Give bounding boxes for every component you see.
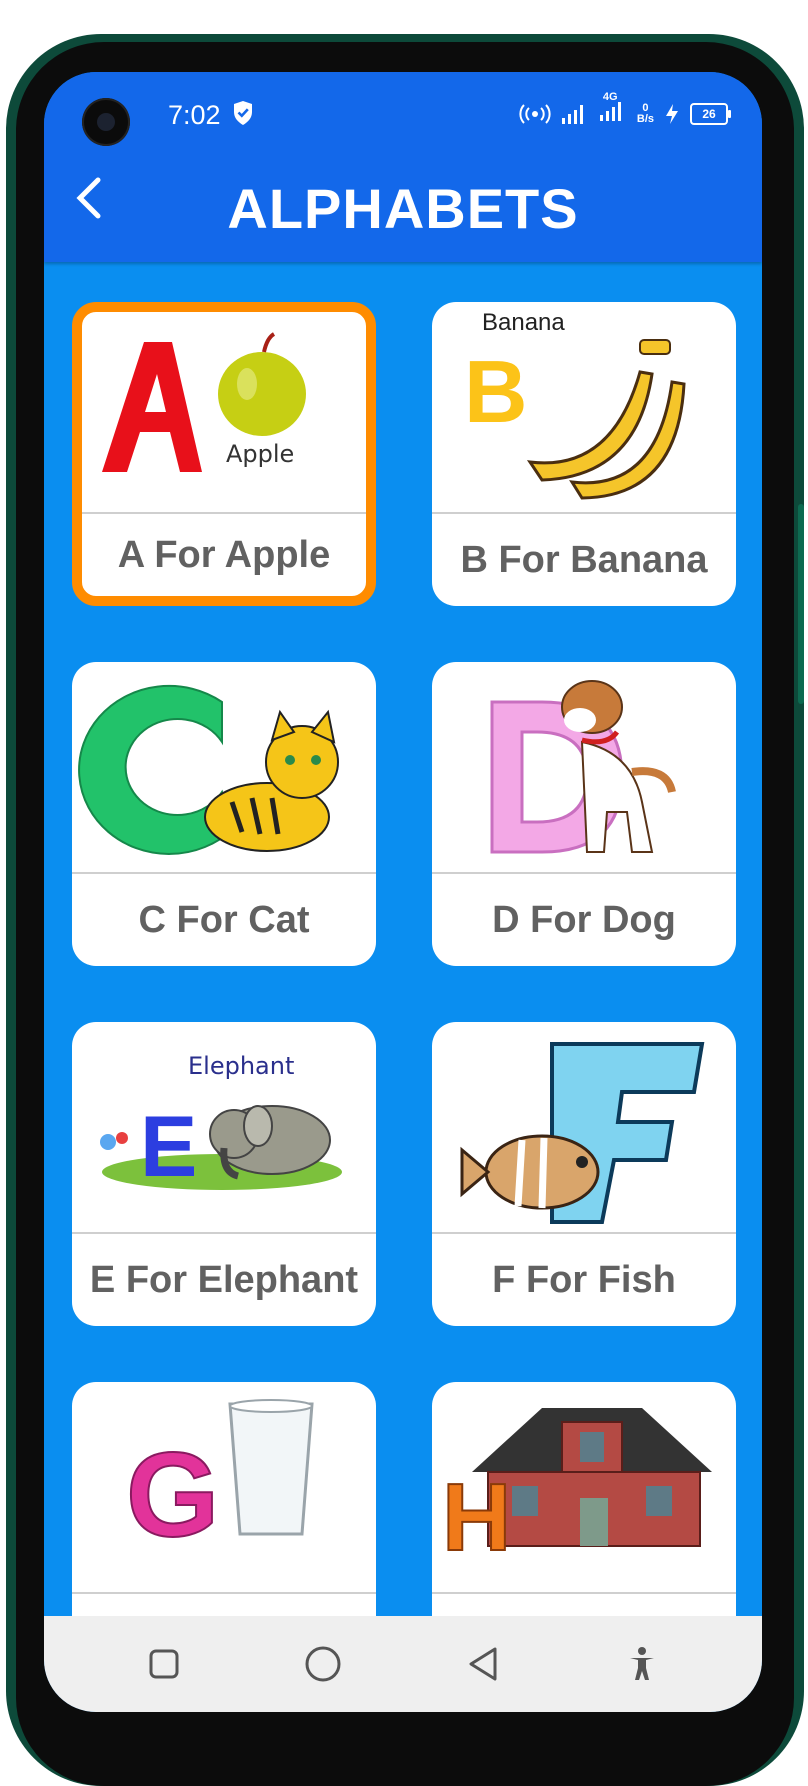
letter-h: H	[442, 1464, 511, 1571]
card-label: D For Dog	[492, 898, 676, 941]
letter-e: E	[140, 1099, 197, 1195]
card-label: B For Banana	[460, 538, 708, 581]
network-type-label: 4G	[602, 91, 618, 103]
card-e-for-elephant[interactable]: Elephant E E For Elephant	[72, 1022, 376, 1326]
cat-illustration	[72, 662, 376, 872]
card-label: A For Apple	[117, 533, 331, 576]
charging-icon	[666, 103, 678, 124]
letter-b: B	[464, 342, 528, 441]
screen: 7:02 4G 0 B/s 26 ALPHABETS Apple A For A…	[44, 72, 762, 1712]
network-type: 4G	[599, 92, 627, 127]
elephant-illustration: Elephant E	[72, 1022, 376, 1232]
side-button	[798, 504, 804, 704]
front-camera	[82, 98, 130, 146]
status-icons: 4G 0 B/s 26	[519, 92, 731, 127]
banana-word: Banana	[482, 309, 565, 336]
card-d-for-dog[interactable]: D For Dog	[432, 662, 736, 966]
shield-icon	[234, 101, 252, 125]
elephant-word: Elephant	[188, 1052, 294, 1080]
system-navigation-bar	[44, 1616, 762, 1712]
house-illustration: H	[432, 1382, 736, 1592]
home-icon	[305, 1646, 341, 1682]
accessibility-button[interactable]	[612, 1634, 672, 1694]
apple-word: Apple	[226, 440, 294, 468]
page-title: ALPHABETS	[227, 177, 579, 240]
banana-illustration: Banana B	[432, 302, 736, 512]
glass-illustration: G	[72, 1382, 376, 1592]
back-nav-button[interactable]	[453, 1634, 513, 1694]
recents-button[interactable]	[134, 1634, 194, 1694]
dog-illustration	[432, 662, 736, 872]
card-f-for-fish[interactable]: F For Fish	[432, 1022, 736, 1326]
card-b-for-banana[interactable]: Banana B B For Banana	[432, 302, 736, 606]
card-c-for-cat[interactable]: C For Cat	[72, 662, 376, 966]
home-button[interactable]	[293, 1634, 353, 1694]
network-speed-unit: B/s	[636, 112, 654, 125]
hotspot-icon	[519, 103, 551, 124]
letter-g: G	[126, 1428, 219, 1562]
signal-icon	[561, 104, 583, 124]
network-speed-value: 0	[642, 101, 649, 114]
back-nav-icon	[469, 1647, 497, 1681]
network-speed: 0 B/s	[636, 101, 654, 125]
status-time: 7:02	[168, 100, 221, 130]
card-label: C For Cat	[138, 898, 310, 941]
recents-icon	[149, 1649, 179, 1679]
battery-icon: 26	[690, 102, 731, 125]
card-a-for-apple[interactable]: Apple A For Apple	[72, 302, 376, 606]
fish-illustration	[432, 1022, 736, 1232]
signal-icon-2	[599, 102, 621, 121]
accessibility-icon	[630, 1647, 655, 1680]
app-header: 7:02 4G 0 B/s 26 ALPHABETS	[44, 72, 762, 262]
apple-illustration: Apple	[82, 312, 366, 512]
card-label: E For Elephant	[89, 1258, 359, 1301]
card-label: F For Fish	[492, 1258, 676, 1301]
